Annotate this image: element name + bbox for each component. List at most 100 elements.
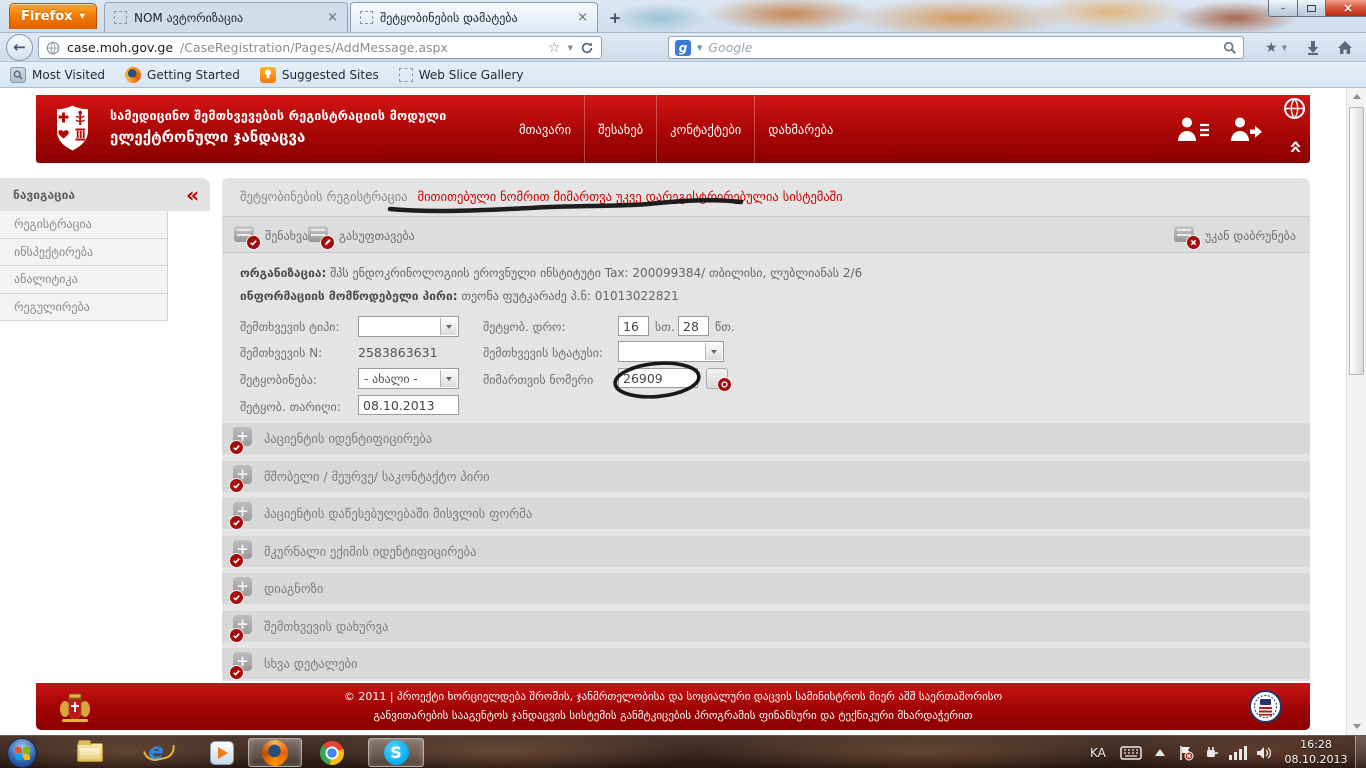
hour-input[interactable]: [618, 316, 649, 336]
back-button[interactable]: ←: [6, 34, 33, 61]
section-facility-visit-form[interactable]: + პაციენტის დაწესებულებაში მისვლის ფორმა: [222, 498, 1310, 529]
case-type-select[interactable]: [358, 316, 459, 337]
window-maximize-button[interactable]: [1298, 0, 1326, 17]
firefox-menu-button[interactable]: Firefox ▼: [9, 3, 97, 29]
back-to-list-button[interactable]: უკან დაბრუნება: [1174, 223, 1296, 249]
start-button[interactable]: [6, 738, 38, 767]
search-box[interactable]: g ▼: [668, 36, 1244, 59]
message-select[interactable]: - ახალი -: [358, 368, 459, 389]
nav-item-home[interactable]: მთავარი: [506, 95, 584, 163]
user-profile-icon[interactable]: [1175, 111, 1213, 147]
section-label: სხვა დეტალები: [264, 656, 357, 671]
section-case-closure[interactable]: + შემთხვევის დახურვა: [222, 611, 1310, 642]
referral-check-button[interactable]: [706, 368, 728, 389]
message-date-label: შეტყობ. თარიღი:: [240, 400, 341, 414]
bookmark-star-icon[interactable]: ☆: [548, 40, 561, 56]
show-desktop-button[interactable]: [1355, 736, 1366, 768]
scrollbar-up-icon[interactable]: [1347, 88, 1366, 105]
new-tab-button[interactable]: +: [602, 7, 628, 28]
section-doctor-identification[interactable]: + მკურნალი ექიმის იდენტიფიცირება: [222, 536, 1310, 567]
language-indicator[interactable]: KA: [1090, 736, 1106, 768]
url-bar[interactable]: case.moh.gov.ge/CaseRegistration/Pages/A…: [38, 36, 602, 59]
sidebar-item-registration[interactable]: რეგისტრაცია: [0, 211, 167, 239]
expand-plus-icon: +: [231, 540, 253, 564]
usaid-seal: [1249, 690, 1282, 723]
firefox-menu-label: Firefox: [21, 9, 73, 24]
search-icon[interactable]: [1223, 41, 1237, 55]
action-center-flag-icon[interactable]: [1178, 736, 1194, 768]
section-patient-identification[interactable]: + პაციენტის იდენტიფიცირება: [222, 423, 1310, 454]
power-plug-icon[interactable]: [1204, 736, 1220, 768]
sidebar-menu: რეგისტრაცია ინსპექტირება ანალიტიკა რეგულ…: [0, 211, 168, 321]
section-other-details[interactable]: + სხვა დეტალები: [222, 648, 1310, 679]
taskbar-explorer-button[interactable]: [70, 738, 110, 767]
nav-item-about[interactable]: შესახებ: [585, 95, 656, 163]
clock-time: 16:28: [1284, 738, 1348, 753]
site-title: სამედიცინო შემთხვევების რეგისტრაციის მოდ…: [110, 108, 447, 146]
home-button[interactable]: [1332, 35, 1358, 60]
show-bookmarks-button[interactable]: ★ ▼: [1258, 35, 1294, 60]
footer-line2: განვითარების სააგენტოს ჯანდაცვის სისტემი…: [344, 707, 1002, 725]
select-caret-icon[interactable]: [705, 343, 722, 360]
search-input[interactable]: [708, 40, 1217, 55]
section-diagnosis[interactable]: + დიაგნოზი: [222, 573, 1310, 604]
sidebar-item-inspection[interactable]: ინსპექტირება: [0, 239, 167, 267]
taskbar-ie-button[interactable]: e: [136, 738, 176, 767]
provider-label: ინფორმაციის მომწოდებელი პირი:: [240, 289, 458, 303]
bookmark-suggested-sites[interactable]: Suggested Sites: [260, 67, 379, 83]
select-caret-icon[interactable]: [440, 318, 457, 335]
section-label: შემთხვევის დახურვა: [264, 619, 388, 634]
expand-plus-icon: +: [231, 502, 253, 526]
referral-number-input[interactable]: [618, 368, 698, 388]
scrollbar-down-icon[interactable]: [1347, 718, 1366, 735]
select-caret-icon[interactable]: [440, 370, 457, 387]
downloads-button[interactable]: [1300, 35, 1326, 60]
page-scrollbar[interactable]: [1346, 88, 1366, 735]
tab-close-icon[interactable]: ×: [327, 11, 338, 24]
language-globe-icon[interactable]: [1283, 97, 1306, 120]
sidebar-item-regulation[interactable]: რეგულირება: [0, 294, 167, 322]
tab-add-message[interactable]: შეტყობინების დამატება ×: [350, 2, 598, 32]
taskbar-firefox-button[interactable]: [248, 738, 302, 767]
header-nav: მთავარი შესახებ კონტაქტები დახმარება: [506, 95, 846, 163]
nav-item-help[interactable]: დახმარება: [755, 95, 846, 163]
scroll-to-top-icon[interactable]: «: [1283, 134, 1309, 158]
taskbar-chrome-button[interactable]: [312, 738, 352, 767]
minute-unit-label: წთ.: [715, 320, 735, 334]
bookmark-web-slice-gallery[interactable]: Web Slice Gallery: [399, 68, 524, 82]
expand-plus-icon: +: [231, 615, 253, 639]
url-dropdown-icon[interactable]: ▼: [568, 44, 573, 52]
case-status-select[interactable]: [618, 341, 724, 362]
site-footer: © 2011 | პროექტი ხორციელდება შრომის, ჯან…: [36, 683, 1310, 730]
search-engine-dropdown-icon[interactable]: ▼: [697, 44, 702, 52]
network-signal-icon[interactable]: [1229, 736, 1247, 768]
save-button[interactable]: შენახვა: [234, 223, 308, 249]
chevron-down-icon: ▼: [80, 13, 85, 20]
bookmark-most-visited[interactable]: Most Visited: [10, 67, 105, 83]
taskbar-wmp-button[interactable]: [202, 738, 242, 767]
clear-label: გასუფთავება: [339, 229, 415, 243]
tab-close-icon[interactable]: ×: [577, 11, 588, 24]
nav-item-contacts[interactable]: კონტაქტები: [657, 95, 754, 163]
sidebar-collapse-icon[interactable]: «: [186, 185, 197, 205]
keyboard-layout-icon[interactable]: [1120, 736, 1142, 768]
tab-nom-authorization[interactable]: NOM ავტორიზაცია ×: [104, 2, 348, 32]
content-panel: შეტყობინების რეგისტრაცია მითითებული ნომრ…: [222, 178, 1310, 681]
organization-label: ორგანიზაცია:: [240, 266, 326, 280]
minute-input[interactable]: [678, 316, 709, 336]
clear-button[interactable]: გასუფთავება: [308, 223, 415, 249]
section-parent-guardian[interactable]: + მშობელი / მეურვე/ საკონტაქტო პირი: [222, 461, 1310, 492]
message-date-input[interactable]: [358, 395, 459, 415]
window-close-button[interactable]: ×: [1326, 0, 1366, 17]
referral-number-label: მიმართვის ნომერი: [483, 373, 593, 387]
taskbar-skype-button[interactable]: S: [368, 738, 424, 767]
sidebar-item-analytics[interactable]: ანალიტიკა: [0, 266, 167, 294]
taskbar-clock[interactable]: 16:28 08.10.2013: [1284, 738, 1348, 767]
show-hidden-icons[interactable]: [1155, 736, 1165, 768]
volume-icon[interactable]: [1256, 736, 1272, 768]
window-minimize-button[interactable]: –: [1268, 0, 1298, 17]
reload-icon[interactable]: [580, 41, 594, 55]
logout-icon[interactable]: [1225, 111, 1263, 147]
bookmark-getting-started[interactable]: Getting Started: [125, 67, 240, 83]
scrollbar-thumb[interactable]: [1349, 107, 1364, 375]
